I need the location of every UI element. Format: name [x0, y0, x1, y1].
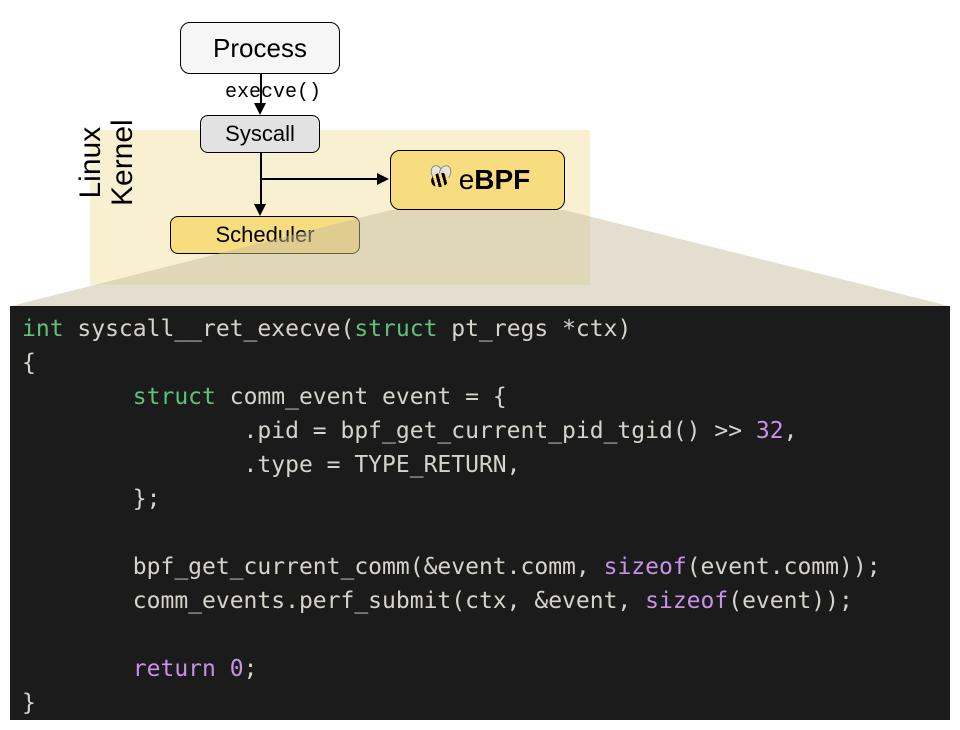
diagram-canvas: Linux Kernel Process Syscall Scheduler e… — [0, 0, 960, 730]
projection-beam — [0, 0, 960, 320]
code-panel: int syscall__ret_execve(struct pt_regs *… — [10, 306, 950, 720]
